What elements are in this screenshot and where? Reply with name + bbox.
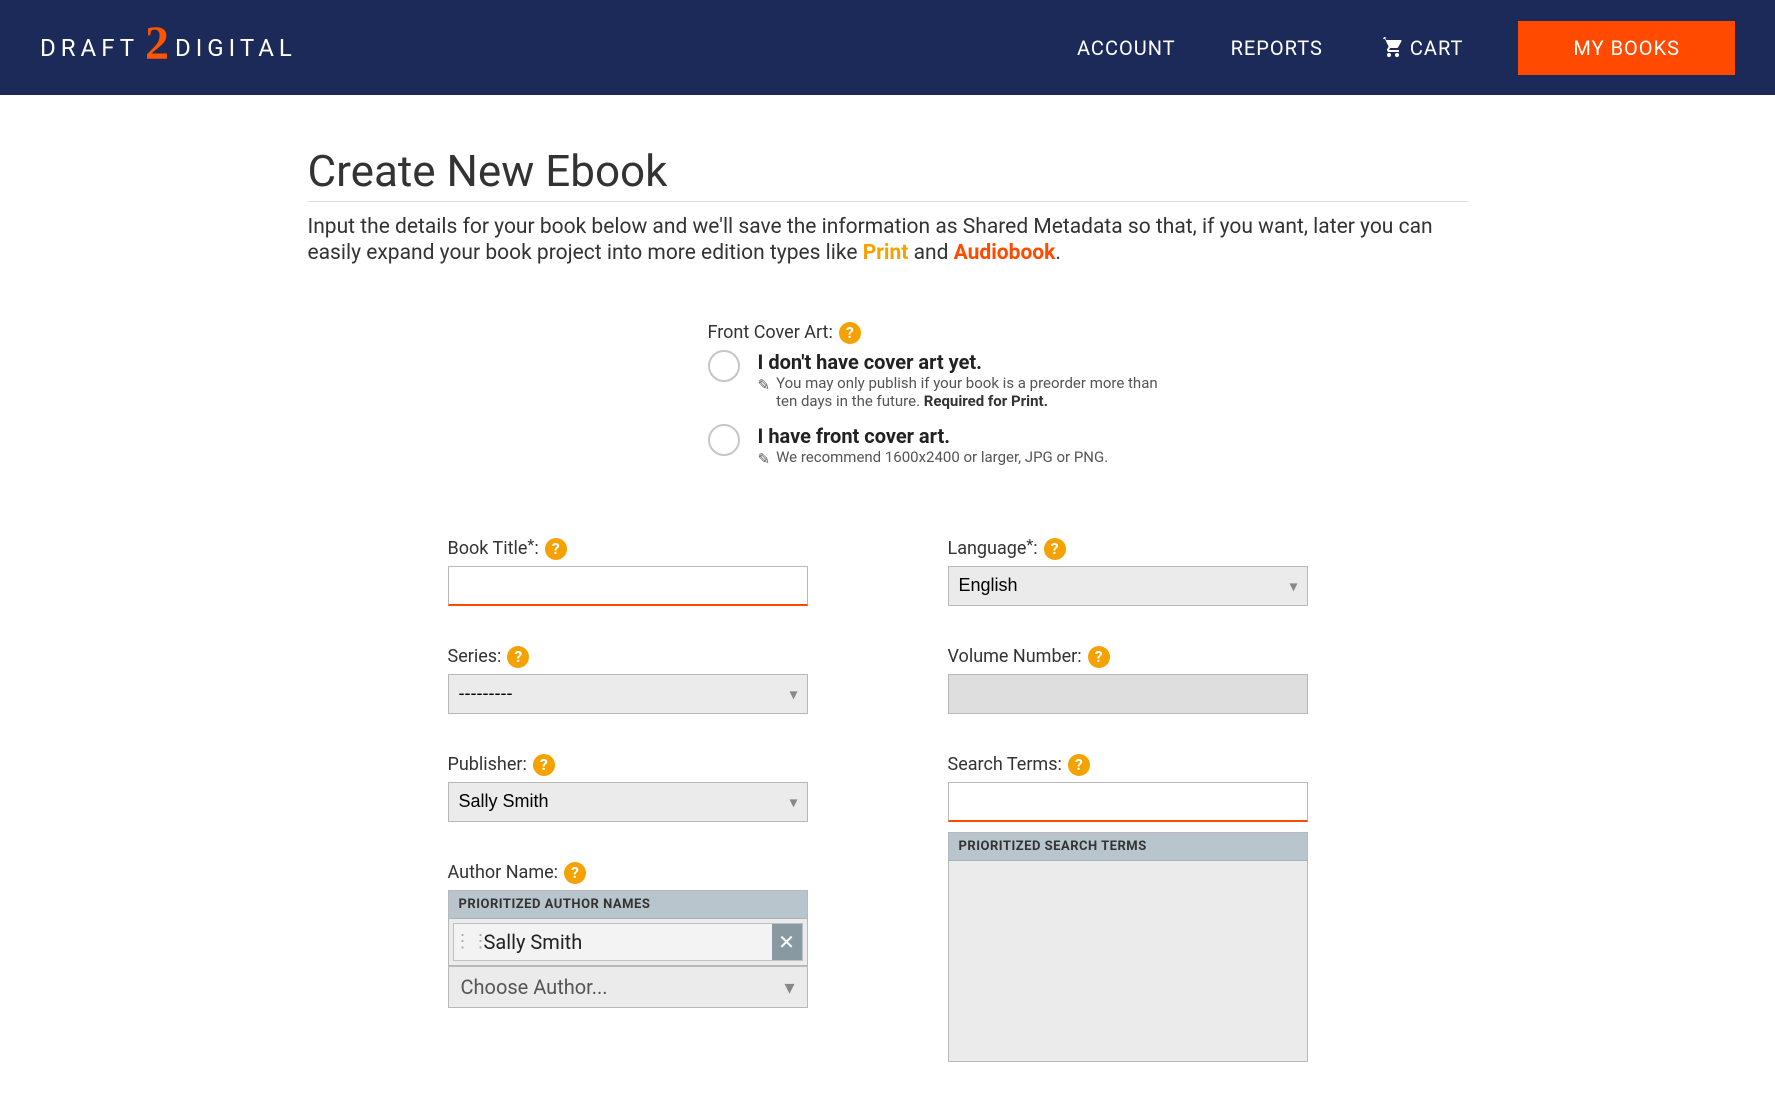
publisher-select[interactable]	[448, 782, 808, 822]
search-terms-input[interactable]	[948, 782, 1308, 822]
page-title: Create New Ebook	[308, 145, 1468, 202]
cover-opt1-sub: ✎ You may only publish if your book is a…	[758, 374, 1178, 410]
intro-audio: Audiobook	[954, 241, 1056, 265]
series-label-text: Series:	[448, 646, 502, 667]
intro-end: .	[1055, 241, 1061, 265]
field-volume-number: Volume Number: ?	[948, 646, 1308, 714]
note-icon: ✎	[758, 376, 771, 394]
help-icon[interactable]: ?	[1044, 538, 1066, 560]
field-author-name: Author Name: ? PRIORITIZED AUTHOR NAMES …	[448, 862, 808, 1102]
help-icon[interactable]: ?	[1068, 754, 1090, 776]
publisher-label: Publisher: ?	[448, 754, 808, 776]
help-icon[interactable]: ?	[564, 862, 586, 884]
volume-number-input	[948, 674, 1308, 714]
search-terms-panel: PRIORITIZED SEARCH TERMS	[948, 832, 1308, 1062]
book-title-input[interactable]	[448, 566, 808, 606]
top-nav: ACCOUNT REPORTS CART MY BOOKS	[1077, 21, 1735, 75]
search-terms-label-text: Search Terms:	[948, 754, 1062, 775]
logo-text-left: DRAFT	[40, 34, 139, 62]
cover-option-no-art[interactable]: I don't have cover art yet. ✎ You may on…	[708, 350, 1468, 410]
intro-and: and	[908, 241, 953, 265]
help-icon[interactable]: ?	[839, 322, 861, 344]
cover-art-section: Front Cover Art: ? I don't have cover ar…	[708, 322, 1468, 468]
drag-handle-icon[interactable]: ⋮⋮	[454, 931, 480, 952]
cover-opt2-sub: ✎ We recommend 1600x2400 or larger, JPG …	[758, 448, 1109, 468]
radio-icon[interactable]	[708, 350, 740, 382]
cover-opt2-sub-text: We recommend 1600x2400 or larger, JPG or…	[776, 448, 1108, 466]
nav-cart-label: CART	[1410, 36, 1464, 60]
nav-cart[interactable]: CART	[1378, 33, 1464, 62]
author-item-name: Sally Smith	[480, 924, 772, 960]
nav-reports[interactable]: REPORTS	[1231, 36, 1323, 60]
cover-art-label-text: Front Cover Art:	[708, 322, 833, 343]
language-label: Language*: ?	[948, 538, 1308, 560]
cover-art-label: Front Cover Art: ?	[708, 322, 1468, 344]
page-intro: Input the details for your book below an…	[308, 214, 1468, 267]
logo-text-right: DIGITAL	[175, 34, 297, 62]
cover-opt2-title: I have front cover art.	[758, 424, 1109, 448]
top-header: DRAFT 2 DIGITAL ACCOUNT REPORTS CART MY …	[0, 0, 1775, 95]
nav-my-books[interactable]: MY BOOKS	[1518, 21, 1735, 75]
author-panel-header: PRIORITIZED AUTHOR NAMES	[449, 891, 807, 919]
form-grid: Book Title*: ? Language*: ? ▾ Series: ?	[448, 538, 1468, 1102]
logo-2-icon: 2	[145, 20, 169, 68]
volume-number-label: Volume Number: ?	[948, 646, 1308, 668]
volume-label-text: Volume Number:	[948, 646, 1082, 667]
search-terms-panel-header: PRIORITIZED SEARCH TERMS	[949, 833, 1307, 861]
field-series: Series: ? ▾	[448, 646, 808, 714]
field-book-title: Book Title*: ?	[448, 538, 808, 606]
field-search-terms: Search Terms: ? PRIORITIZED SEARCH TERMS	[948, 754, 1308, 1062]
radio-icon[interactable]	[708, 424, 740, 456]
book-title-label: Book Title*: ?	[448, 538, 808, 560]
page-body: Create New Ebook Input the details for y…	[298, 145, 1478, 1102]
cover-opt1-title: I don't have cover art yet.	[758, 350, 1178, 374]
author-name-label: Author Name: ?	[448, 862, 808, 884]
radio-body: I don't have cover art yet. ✎ You may on…	[758, 350, 1178, 410]
series-label: Series: ?	[448, 646, 808, 668]
help-icon[interactable]: ?	[533, 754, 555, 776]
series-select[interactable]	[448, 674, 808, 714]
cover-option-have-art[interactable]: I have front cover art. ✎ We recommend 1…	[708, 424, 1468, 468]
language-select[interactable]	[948, 566, 1308, 606]
cart-icon	[1378, 33, 1404, 62]
site-logo[interactable]: DRAFT 2 DIGITAL	[40, 24, 297, 72]
help-icon[interactable]: ?	[1088, 646, 1110, 668]
note-icon: ✎	[758, 450, 771, 468]
help-icon[interactable]: ?	[507, 646, 529, 668]
intro-print: Print	[863, 241, 909, 265]
language-label-text: Language	[948, 538, 1027, 559]
choose-author-label: Choose Author...	[461, 975, 608, 999]
cover-opt1-sub-b: Required for Print.	[924, 392, 1048, 410]
chevron-down-icon: ▾	[784, 975, 794, 999]
radio-body: I have front cover art. ✎ We recommend 1…	[758, 424, 1109, 468]
author-item[interactable]: ⋮⋮ Sally Smith ✕	[453, 923, 803, 961]
publisher-label-text: Publisher:	[448, 754, 527, 775]
author-remove-button[interactable]: ✕	[772, 924, 802, 960]
author-panel: PRIORITIZED AUTHOR NAMES ⋮⋮ Sally Smith …	[448, 890, 808, 966]
author-label-text: Author Name:	[448, 862, 559, 883]
nav-account[interactable]: ACCOUNT	[1077, 36, 1176, 60]
book-title-label-text: Book Title	[448, 538, 528, 559]
choose-author-select[interactable]: Choose Author... ▾	[448, 966, 808, 1008]
help-icon[interactable]: ?	[545, 538, 567, 560]
search-terms-label: Search Terms: ?	[948, 754, 1308, 776]
field-language: Language*: ? ▾	[948, 538, 1308, 606]
